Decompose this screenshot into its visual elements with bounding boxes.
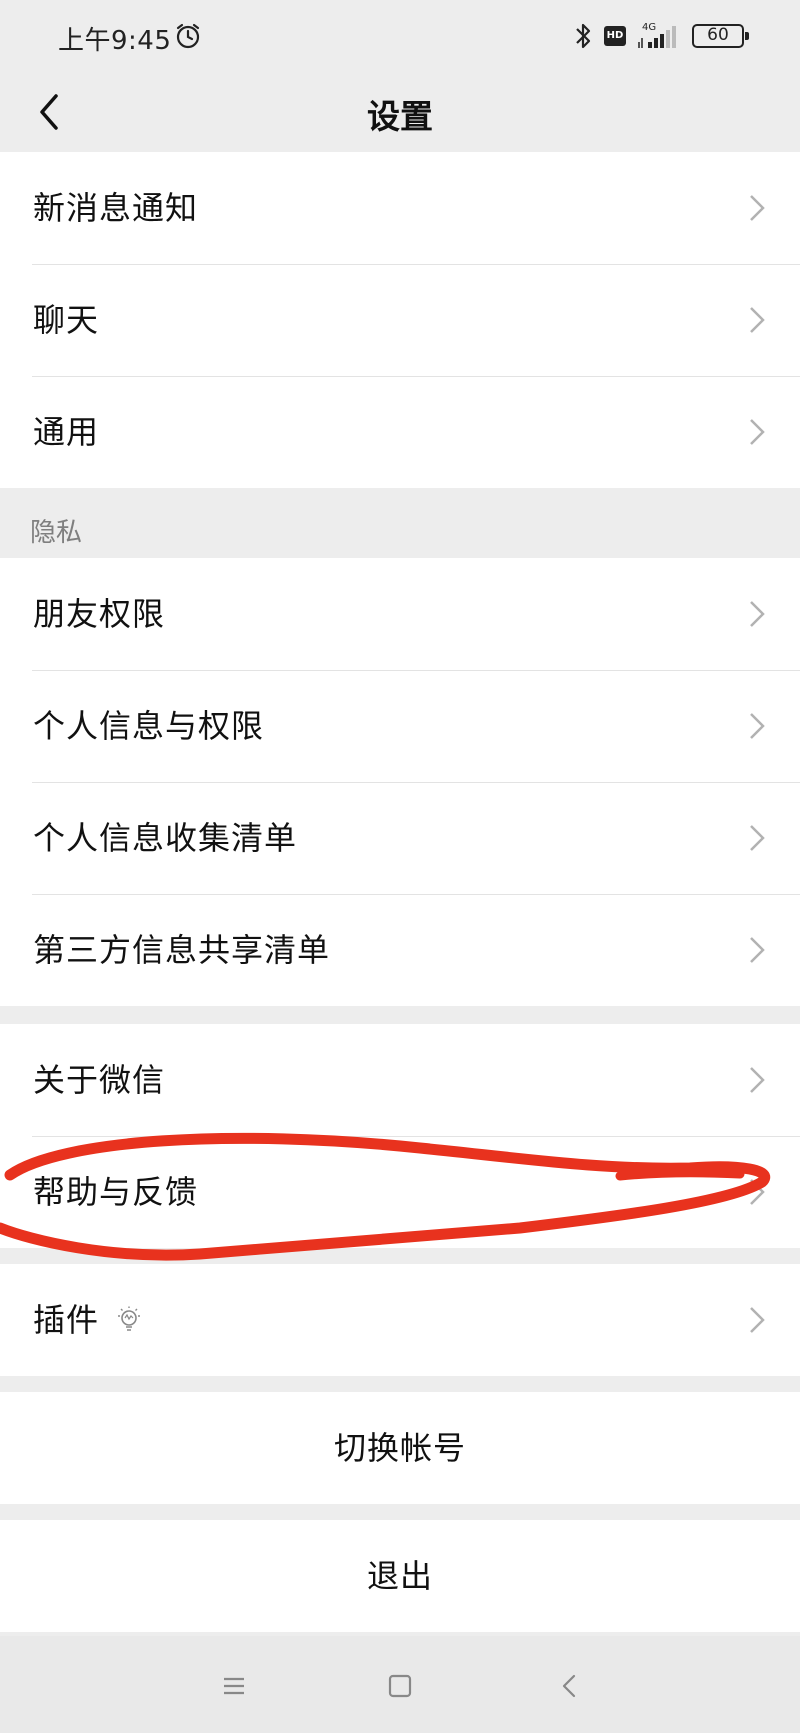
settings-item-friend-permissions[interactable]: 朋友权限 [0,558,800,670]
settings-item-label: 第三方信息共享清单 [33,931,331,969]
settings-item-notifications[interactable]: 新消息通知 [0,152,800,264]
lightbulb-icon [118,1306,140,1331]
chevron-right-icon [750,713,765,739]
signal-icon: 4G [638,22,676,48]
status-time: 上午9:45 [58,26,172,56]
settings-item-label: 聊天 [33,301,100,339]
home-square-icon[interactable] [382,1668,418,1704]
system-nav-bar [0,1636,800,1733]
settings-item-label: 通用 [33,413,100,451]
settings-item-third-party-sharing-list[interactable]: 第三方信息共享清单 [0,894,800,1006]
chevron-right-icon [750,825,765,851]
settings-item-chat[interactable]: 聊天 [0,264,800,376]
back-arrow-icon[interactable] [552,1668,588,1704]
settings-item-label: 插件 [33,1301,100,1339]
settings-item-help-feedback[interactable]: 帮助与反馈 [0,1136,800,1248]
chevron-right-icon [750,195,765,221]
network-type: 4G [642,22,656,33]
settings-item-label: 帮助与反馈 [33,1173,199,1211]
settings-item-general[interactable]: 通用 [0,376,800,488]
settings-item-label: 个人信息与权限 [33,707,265,745]
settings-item-label: 关于微信 [33,1061,166,1099]
settings-item-label: 朋友权限 [33,595,166,633]
about-settings-group: 关于微信 帮助与反馈 [0,1024,800,1248]
chevron-right-icon [750,1307,765,1333]
status-bar: 上午9:45 HD 4G 60 [0,0,800,72]
menu-icon[interactable] [216,1668,252,1704]
settings-item-label: 新消息通知 [33,189,199,227]
chevron-right-icon [750,601,765,627]
settings-item-label: 个人信息收集清单 [33,819,298,857]
privacy-settings-group: 朋友权限 个人信息与权限 个人信息收集清单 第三方信息共享清单 [0,558,800,1006]
page-title: 设置 [367,97,433,136]
plugins-group: 插件 [0,1264,800,1376]
chevron-right-icon [750,937,765,963]
chevron-right-icon [750,307,765,333]
settings-item-info-collection-list[interactable]: 个人信息收集清单 [0,782,800,894]
battery-icon: 60 [692,24,749,48]
section-header-privacy: 隐私 [30,518,83,548]
chevron-right-icon [750,1179,765,1205]
switch-account-button[interactable]: 切换帐号 [0,1392,800,1504]
alarm-icon [176,23,200,49]
settings-item-personal-info-permissions[interactable]: 个人信息与权限 [0,670,800,782]
nav-bar: 设置 [0,72,800,152]
settings-item-about-wechat[interactable]: 关于微信 [0,1024,800,1136]
chevron-right-icon [750,1067,765,1093]
logout-button[interactable]: 退出 [0,1520,800,1632]
chevron-right-icon [750,419,765,445]
bluetooth-icon [576,23,591,49]
hd-badge-icon: HD [604,26,626,46]
settings-item-plugins[interactable]: 插件 [0,1264,800,1376]
general-settings-group: 新消息通知 聊天 通用 [0,152,800,488]
